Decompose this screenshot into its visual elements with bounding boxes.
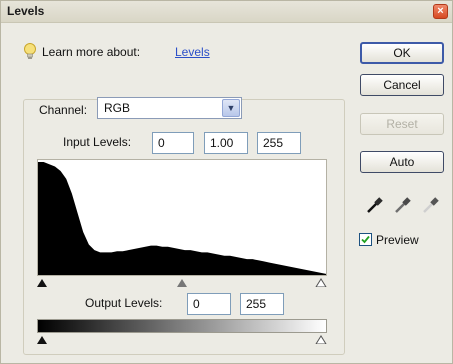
channel-value: RGB bbox=[104, 101, 131, 115]
preview-label: Preview bbox=[376, 233, 419, 247]
output-levels-label: Output Levels: bbox=[85, 296, 163, 310]
close-icon[interactable]: × bbox=[433, 4, 448, 19]
input-levels-label: Input Levels: bbox=[63, 135, 132, 149]
output-black-field[interactable]: 0 bbox=[187, 293, 231, 315]
output-white-field[interactable]: 255 bbox=[240, 293, 284, 315]
levels-dialog: Levels × Learn more about: Levels OK Can… bbox=[0, 0, 453, 364]
chevron-down-icon[interactable]: ▼ bbox=[222, 99, 240, 117]
input-white-field[interactable]: 255 bbox=[257, 132, 301, 154]
reset-button[interactable]: Reset bbox=[360, 113, 444, 135]
levels-help-link[interactable]: Levels bbox=[175, 45, 210, 59]
auto-button[interactable]: Auto bbox=[360, 151, 444, 173]
input-slider[interactable] bbox=[37, 277, 327, 287]
output-white-slider[interactable] bbox=[315, 335, 327, 344]
histogram-area bbox=[38, 161, 326, 275]
input-white-slider[interactable] bbox=[315, 278, 327, 287]
output-black-slider[interactable] bbox=[37, 336, 47, 344]
input-gamma-slider[interactable] bbox=[177, 279, 187, 287]
output-gradient-bar bbox=[37, 319, 327, 333]
histogram bbox=[37, 159, 327, 276]
checkmark-icon bbox=[361, 235, 370, 244]
preview-checkbox[interactable] bbox=[359, 233, 372, 246]
learn-more-label: Learn more about: bbox=[42, 45, 141, 59]
title-bar[interactable]: Levels × bbox=[1, 1, 452, 23]
output-slider[interactable] bbox=[37, 334, 327, 344]
white-eyedropper-icon[interactable] bbox=[421, 195, 441, 215]
input-black-slider[interactable] bbox=[37, 279, 47, 287]
channel-select[interactable]: RGB ▼ bbox=[97, 97, 242, 119]
gray-eyedropper-icon[interactable] bbox=[393, 195, 413, 215]
bulb-icon bbox=[24, 43, 36, 59]
channel-label: Channel: bbox=[39, 103, 88, 117]
black-eyedropper-icon[interactable] bbox=[365, 195, 385, 215]
cancel-button[interactable]: Cancel bbox=[360, 74, 444, 96]
ok-button[interactable]: OK bbox=[360, 42, 444, 64]
input-black-field[interactable]: 0 bbox=[152, 132, 194, 154]
input-gamma-field[interactable]: 1.00 bbox=[204, 132, 248, 154]
window-title: Levels bbox=[7, 4, 45, 18]
